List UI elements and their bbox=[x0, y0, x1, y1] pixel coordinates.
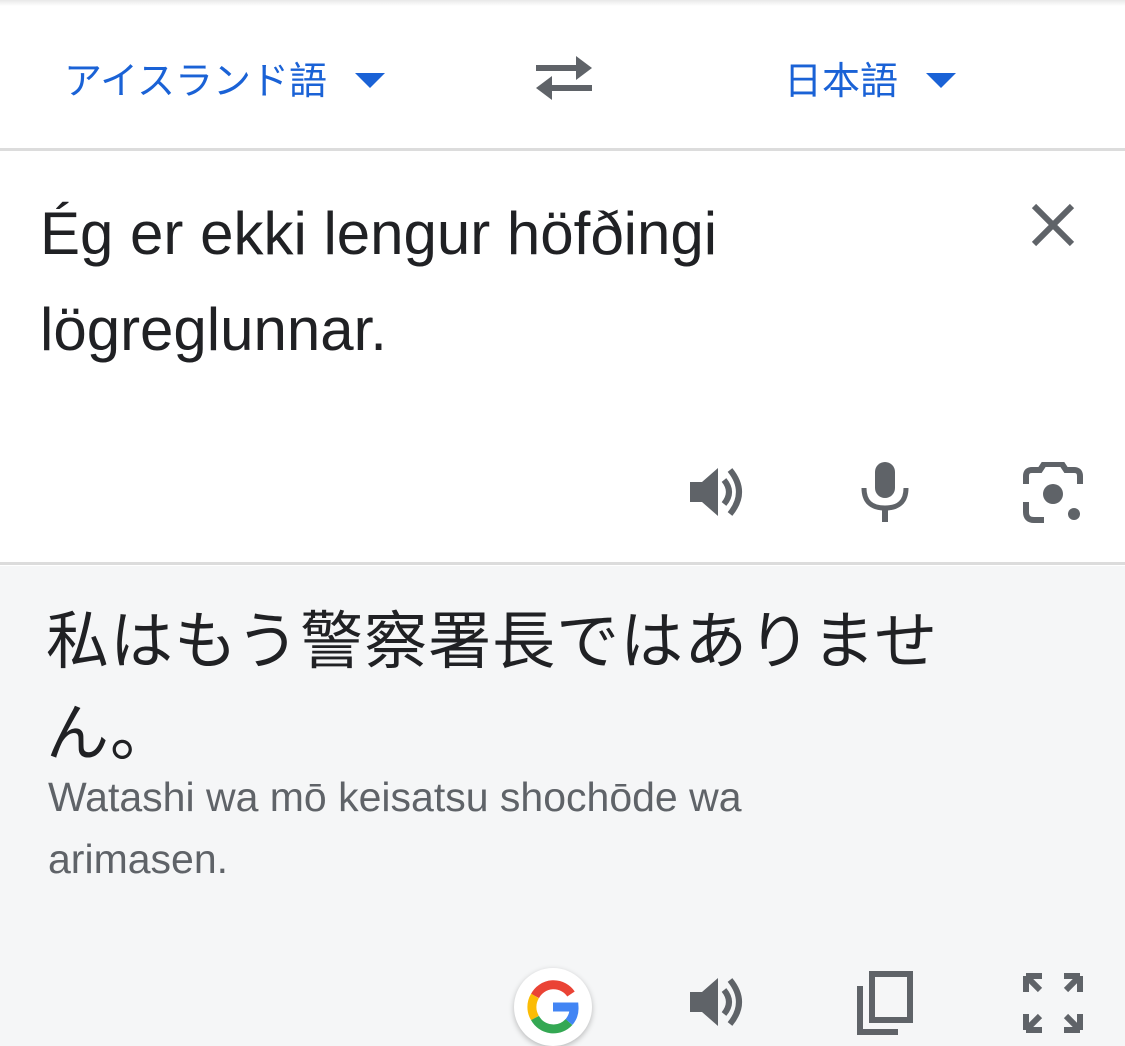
fullscreen-icon[interactable] bbox=[1022, 972, 1084, 1034]
copy-icon[interactable] bbox=[852, 968, 916, 1038]
caret-down-icon bbox=[354, 72, 385, 88]
source-language-selector[interactable]: アイスランド語 bbox=[64, 52, 385, 103]
romanization-line: arimasen. bbox=[48, 836, 229, 882]
translation-text: 私はもう警察署長ではありませ ん。 bbox=[46, 596, 1076, 780]
speaker-icon[interactable] bbox=[686, 460, 750, 524]
caret-down-icon bbox=[926, 72, 957, 88]
target-language-label: 日本語 bbox=[784, 58, 899, 103]
camera-lens-icon[interactable] bbox=[1022, 462, 1084, 524]
divider bbox=[0, 562, 1125, 565]
divider bbox=[0, 148, 1125, 151]
target-language-selector[interactable]: 日本語 bbox=[784, 52, 957, 103]
microphone-icon[interactable] bbox=[856, 458, 914, 526]
romanization-text: Watashi wa mō keisatsu shochōde wa arima… bbox=[48, 766, 948, 890]
close-icon[interactable] bbox=[1020, 192, 1086, 258]
source-text-line: Ég er ekki lengur höfðingi bbox=[40, 200, 718, 267]
translation-text-line: 私はもう警察署長ではありませ bbox=[46, 605, 939, 678]
source-text-input[interactable]: Ég er ekki lengur höfðingi lögreglunnar. bbox=[40, 186, 940, 378]
translation-panel: 私はもう警察署長ではありませ ん。 Watashi wa mō keisatsu… bbox=[0, 566, 1125, 1046]
source-text-line: lögreglunnar. bbox=[40, 296, 387, 363]
language-bar: アイスランド語 日本語 bbox=[0, 0, 1125, 150]
google-logo-icon bbox=[527, 980, 579, 1034]
swap-arrows-icon[interactable] bbox=[530, 50, 598, 106]
romanization-line: Watashi wa mō keisatsu shochōde wa bbox=[48, 774, 742, 820]
google-search-button[interactable] bbox=[514, 968, 592, 1046]
speaker-icon[interactable] bbox=[686, 970, 750, 1034]
source-language-label: アイスランド語 bbox=[64, 58, 327, 103]
